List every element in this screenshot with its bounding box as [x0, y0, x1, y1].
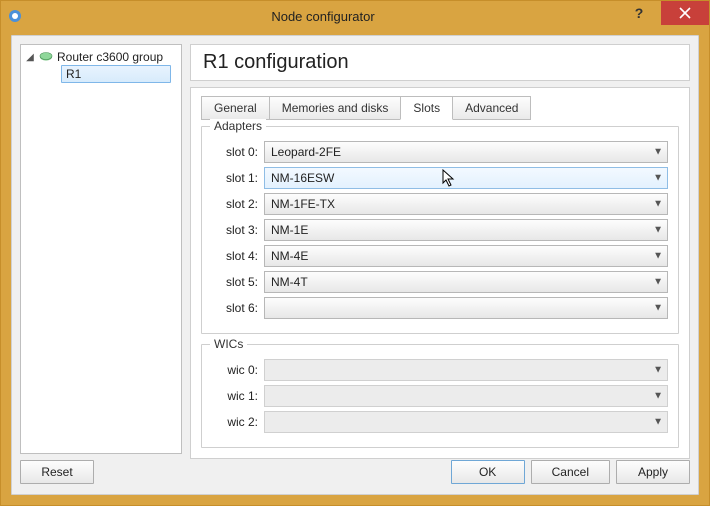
tab-panel: General Memories and disks Slots Advance… [190, 87, 690, 459]
tree-pane[interactable]: ◢ Router c3600 group R1 [20, 44, 182, 454]
slot4-select[interactable]: NM-4E ▼ [264, 245, 668, 267]
tab-bar: General Memories and disks Slots Advance… [201, 96, 679, 120]
slot4-row: slot 4: NM-4E ▼ [212, 245, 668, 267]
slot4-value: NM-4E [271, 249, 308, 263]
slot0-label: slot 0: [212, 145, 258, 159]
slot6-row: slot 6: ▼ [212, 297, 668, 319]
close-button[interactable] [661, 1, 709, 25]
slot1-value: NM-16ESW [271, 171, 334, 185]
right-pane: R1 configuration General Memories and di… [190, 44, 690, 454]
wic0-row: wic 0: ▼ [212, 359, 668, 381]
title-controls: ? [617, 1, 709, 31]
chevron-down-icon: ▼ [653, 365, 663, 376]
cancel-button[interactable]: Cancel [531, 460, 610, 484]
wic0-select[interactable]: ▼ [264, 359, 668, 381]
chevron-down-icon: ▼ [653, 147, 663, 158]
wic1-row: wic 1: ▼ [212, 385, 668, 407]
adapters-group-title: Adapters [210, 119, 266, 133]
wics-group-title: WICs [210, 337, 247, 351]
reset-button[interactable]: Reset [20, 460, 94, 484]
wics-group: WICs wic 0: ▼ wic 1: ▼ [201, 344, 679, 448]
slot6-label: slot 6: [212, 301, 258, 315]
tree-node-r1[interactable]: R1 [61, 65, 171, 83]
slot1-row: slot 1: NM-16ESW ▼ [212, 167, 668, 189]
chevron-down-icon: ▼ [653, 303, 663, 314]
tab-memories-and-disks[interactable]: Memories and disks [269, 96, 402, 120]
chevron-down-icon: ▼ [653, 199, 663, 210]
slot2-label: slot 2: [212, 197, 258, 211]
slot6-select[interactable]: ▼ [264, 297, 668, 319]
slot5-select[interactable]: NM-4T ▼ [264, 271, 668, 293]
wic1-select[interactable]: ▼ [264, 385, 668, 407]
slot5-value: NM-4T [271, 275, 308, 289]
slot1-select[interactable]: NM-16ESW ▼ [264, 167, 668, 189]
window-frame: Node configurator ? ◢ Router c3600 group… [0, 0, 710, 506]
chevron-down-icon: ▼ [653, 173, 663, 184]
page-title: R1 configuration [190, 44, 690, 81]
apply-button[interactable]: Apply [616, 460, 690, 484]
slot3-value: NM-1E [271, 223, 308, 237]
chevron-down-icon: ▼ [653, 251, 663, 262]
adapters-group: Adapters slot 0: Leopard-2FE ▼ slot 1: [201, 126, 679, 334]
wic0-label: wic 0: [212, 363, 258, 377]
tab-slots[interactable]: Slots [400, 96, 453, 120]
slot2-row: slot 2: NM-1FE-TX ▼ [212, 193, 668, 215]
wic2-row: wic 2: ▼ [212, 411, 668, 433]
slot2-select[interactable]: NM-1FE-TX ▼ [264, 193, 668, 215]
dialog-inner: ◢ Router c3600 group R1 R1 configuration… [11, 35, 699, 495]
help-button[interactable]: ? [617, 1, 661, 25]
content-area: ◢ Router c3600 group R1 R1 configuration… [20, 44, 690, 454]
tab-general[interactable]: General [201, 96, 270, 120]
ok-button[interactable]: OK [451, 460, 525, 484]
tab-advanced[interactable]: Advanced [452, 96, 531, 120]
slot3-select[interactable]: NM-1E ▼ [264, 219, 668, 241]
button-bar: Reset OK Cancel Apply [20, 458, 690, 486]
slot5-row: slot 5: NM-4T ▼ [212, 271, 668, 293]
wic1-label: wic 1: [212, 389, 258, 403]
router-group-icon [39, 50, 53, 64]
wic2-label: wic 2: [212, 415, 258, 429]
wic2-select[interactable]: ▼ [264, 411, 668, 433]
slot0-value: Leopard-2FE [271, 145, 341, 159]
slot4-label: slot 4: [212, 249, 258, 263]
window-title: Node configurator [29, 9, 617, 24]
slot2-value: NM-1FE-TX [271, 197, 335, 211]
chevron-down-icon: ▼ [653, 277, 663, 288]
tree-group-row[interactable]: ◢ Router c3600 group [21, 49, 181, 65]
chevron-down-icon: ▼ [653, 225, 663, 236]
tree-collapse-icon[interactable]: ◢ [25, 52, 35, 63]
chevron-down-icon: ▼ [653, 417, 663, 428]
tree-group-label: Router c3600 group [57, 50, 163, 64]
slot1-label: slot 1: [212, 171, 258, 185]
titlebar: Node configurator ? [1, 1, 709, 31]
chevron-down-icon: ▼ [653, 391, 663, 402]
slot3-label: slot 3: [212, 223, 258, 237]
slot0-select[interactable]: Leopard-2FE ▼ [264, 141, 668, 163]
slot0-row: slot 0: Leopard-2FE ▼ [212, 141, 668, 163]
app-icon [7, 8, 23, 24]
slot3-row: slot 3: NM-1E ▼ [212, 219, 668, 241]
slot5-label: slot 5: [212, 275, 258, 289]
tree-node-label: R1 [66, 67, 81, 81]
